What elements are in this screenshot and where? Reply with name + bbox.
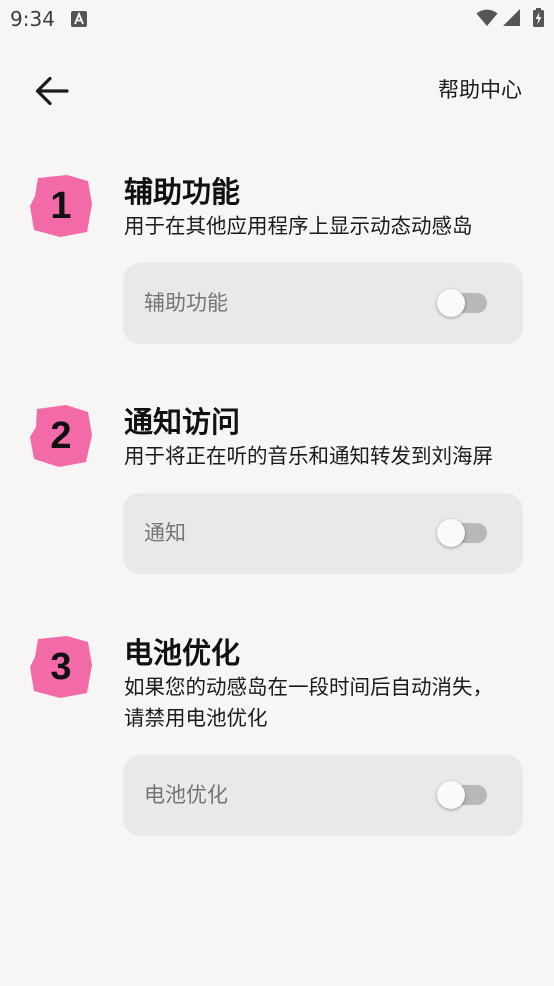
step-number-badge: 2 xyxy=(30,405,92,467)
battery-charging-icon xyxy=(533,8,544,27)
step-number: 3 xyxy=(50,646,72,688)
step-description: 用于将正在听的音乐和通知转发到刘海屏 xyxy=(124,441,543,472)
toggle-knob xyxy=(437,289,465,317)
step-number: 1 xyxy=(50,185,72,227)
setting-label: 通知 xyxy=(144,521,186,545)
setting-label: 电池优化 xyxy=(144,783,228,807)
step-description-line: 用于在其他应用程序上显示动态动感岛 xyxy=(124,214,473,238)
step-description: 如果您的动感岛在一段时间后自动消失， 请禁用电池优化 xyxy=(124,672,543,734)
cellular-signal-icon xyxy=(503,9,520,26)
accessibility-setting-card[interactable]: 辅助功能 xyxy=(123,263,523,344)
step-description: 用于在其他应用程序上显示动态动感岛 xyxy=(124,211,543,242)
accessibility-toggle[interactable] xyxy=(437,289,487,317)
help-center-link[interactable]: 帮助中心 xyxy=(438,76,522,104)
step-number-badge: 1 xyxy=(30,175,92,237)
app-notification-icon xyxy=(71,11,87,27)
step-description-line: 请禁用电池优化 xyxy=(124,706,268,730)
step-description-line: 如果您的动感岛在一段时间后自动消失， xyxy=(124,675,493,699)
step-title: 电池优化 xyxy=(124,636,241,670)
battery-optimization-toggle[interactable] xyxy=(437,781,487,809)
step-number-badge: 3 xyxy=(30,636,92,698)
step-description-line: 用于将正在听的音乐和通知转发到刘海屏 xyxy=(124,444,493,468)
toggle-knob xyxy=(437,781,465,809)
notification-setting-card[interactable]: 通知 xyxy=(123,493,523,574)
battery-optimization-setting-card[interactable]: 电池优化 xyxy=(123,755,523,836)
status-time: 9:34 xyxy=(10,7,55,31)
status-bar: 9:34 xyxy=(0,0,554,38)
step-title: 通知访问 xyxy=(124,405,241,439)
notification-toggle[interactable] xyxy=(437,519,487,547)
toggle-knob xyxy=(437,519,465,547)
setting-label: 辅助功能 xyxy=(144,291,228,315)
back-arrow-icon xyxy=(35,76,69,106)
back-button[interactable] xyxy=(30,71,74,111)
step-title: 辅助功能 xyxy=(124,175,241,209)
step-number: 2 xyxy=(50,415,72,457)
wifi-icon xyxy=(476,9,498,27)
